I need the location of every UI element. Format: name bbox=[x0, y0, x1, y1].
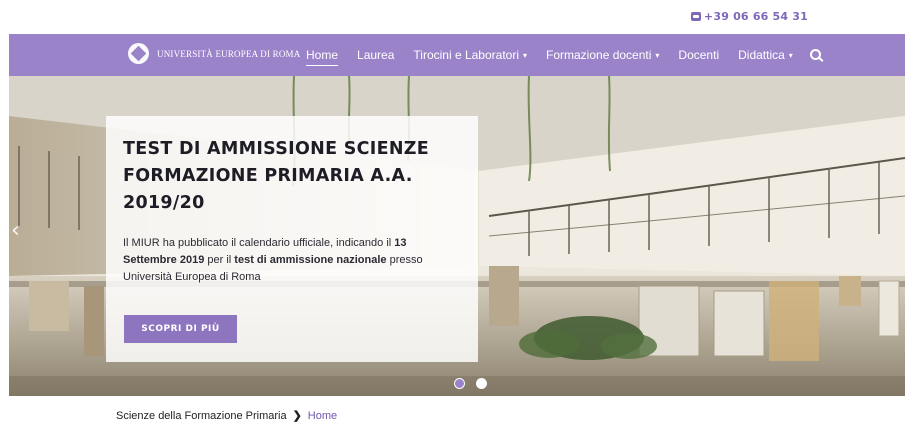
carousel-prev-arrow[interactable]: ‹ bbox=[11, 218, 20, 243]
phone-icon bbox=[690, 12, 701, 21]
hero-description-text: per il bbox=[204, 254, 235, 266]
nav-item-label: Formazione docenti bbox=[546, 48, 652, 62]
hero-carousel: ‹ TEST DI AMMISSIONE SCIENZE FORMAZIONE … bbox=[9, 76, 905, 396]
nav-item-label: Didattica bbox=[738, 48, 785, 62]
search-icon bbox=[809, 48, 821, 60]
caret-down-icon: ▾ bbox=[655, 50, 660, 60]
nav-item-home[interactable]: Home bbox=[306, 34, 339, 76]
nav-item-label: Tirocini e Laboratori bbox=[413, 48, 519, 62]
breadcrumb-parent[interactable]: Scienze della Formazione Primaria bbox=[116, 410, 287, 422]
nav-item-docenti[interactable]: Docenti bbox=[678, 34, 719, 76]
hero-description-text: Il MIUR ha pubblicato il calendario uffi… bbox=[123, 237, 395, 249]
top-bar: +39 06 66 54 31 bbox=[0, 0, 905, 34]
nav-item-formazione-docenti[interactable]: Formazione docenti ▾ bbox=[546, 34, 659, 76]
caret-down-icon: ▾ bbox=[523, 50, 528, 60]
chevron-right-icon: ❯ bbox=[292, 410, 302, 422]
carousel-indicators bbox=[454, 378, 487, 389]
phone-contact[interactable]: +39 06 66 54 31 bbox=[690, 10, 808, 23]
breadcrumb: Scienze della Formazione Primaria ❯ Home bbox=[116, 409, 337, 423]
phone-number[interactable]: +39 06 66 54 31 bbox=[704, 10, 808, 23]
hero-caption-box: TEST DI AMMISSIONE SCIENZE FORMAZIONE PR… bbox=[106, 116, 478, 362]
nav-item-label: Laurea bbox=[357, 48, 395, 62]
nav-item-label: Docenti bbox=[678, 48, 720, 62]
carousel-dot-2[interactable] bbox=[476, 378, 487, 389]
nav-item-laurea[interactable]: Laurea bbox=[357, 34, 394, 76]
search-button[interactable] bbox=[809, 34, 821, 76]
discover-more-button[interactable]: SCOPRI DI PIÙ bbox=[124, 315, 237, 343]
brand-name[interactable]: UNIVERSITÀ EUROPEA DI ROMA bbox=[157, 49, 300, 59]
hero-description-highlight: test di ammissione nazionale bbox=[234, 254, 387, 266]
university-logo-icon bbox=[128, 43, 149, 64]
caret-down-icon: ▾ bbox=[788, 50, 793, 60]
nav-item-label: Home bbox=[306, 48, 339, 62]
nav-item-tirocini-e-laboratori[interactable]: Tirocini e Laboratori ▾ bbox=[413, 34, 527, 76]
carousel-dot-1[interactable] bbox=[454, 378, 465, 389]
main-menu: Home Laurea Tirocini e Laboratori ▾ Formazio… bbox=[306, 34, 840, 76]
main-navbar: UNIVERSITÀ EUROPEA DI ROMA Home Laurea Tir… bbox=[9, 34, 905, 76]
nav-item-didattica[interactable]: Didattica ▾ bbox=[738, 34, 793, 76]
hero-title: TEST DI AMMISSIONE SCIENZE FORMAZIONE PR… bbox=[123, 139, 430, 213]
breadcrumb-current[interactable]: Home bbox=[308, 410, 337, 422]
hero-description: Il MIUR ha pubblicato il calendario uffi… bbox=[123, 235, 423, 286]
brand-logo-link[interactable]: UNIVERSITÀ EUROPEA DI ROMA bbox=[128, 43, 300, 64]
